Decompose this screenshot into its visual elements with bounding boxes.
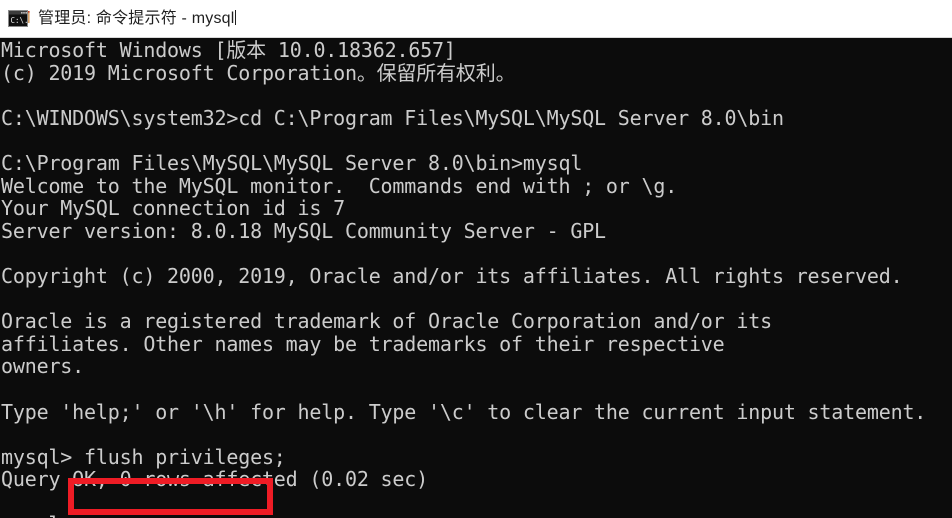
console-line: affiliates. Other names may be trademark…	[1, 331, 725, 356]
console-line: (c) 2019 Microsoft Corporation。保留所有权利。	[1, 60, 516, 85]
console-line-list: Microsoft Windows [版本 10.0.18362.657] (c)…	[0, 39, 952, 518]
console-output-area[interactable]: Microsoft Windows [版本 10.0.18362.657] (c)…	[0, 38, 952, 518]
svg-text:C:\.: C:\.	[11, 16, 29, 25]
console-line: C:\WINDOWS\system32>cd C:\Program Files\…	[1, 105, 784, 130]
console-line: owners.	[1, 354, 85, 379]
cmd-console-icon: C:\.	[8, 9, 30, 28]
window-title-text: 管理员: 命令提示符 - mysql	[38, 10, 235, 27]
console-line: mysql>	[0, 513, 952, 518]
console-line: Copyright (c) 2000, 2019, Oracle and/or …	[1, 263, 903, 288]
console-line: Microsoft Windows [版本 10.0.18362.657]	[1, 38, 456, 62]
title-text-caret	[234, 10, 236, 25]
console-line: Oracle is a registered trademark of Orac…	[1, 309, 772, 334]
console-line: Server version: 8.0.18 MySQL Community S…	[1, 218, 606, 243]
window-titlebar[interactable]: C:\. 管理员: 命令提示符 - mysql	[0, 0, 952, 38]
console-line: mysql> flush privileges;	[1, 444, 286, 469]
screenshot-root: C:\. 管理员: 命令提示符 - mysql Microsoft Window…	[0, 0, 952, 518]
console-line: Welcome to the MySQL monitor. Commands e…	[1, 173, 678, 198]
window-title: 管理员: 命令提示符 - mysql	[38, 10, 236, 27]
console-line: Query OK, 0 rows affected (0.02 sec)	[1, 467, 428, 492]
console-line: C:\Program Files\MySQL\MySQL Server 8.0\…	[1, 150, 583, 175]
console-line: Type 'help;' or '\h' for help. Type '\c'…	[1, 399, 927, 424]
console-line: Your MySQL connection id is 7	[1, 196, 345, 221]
